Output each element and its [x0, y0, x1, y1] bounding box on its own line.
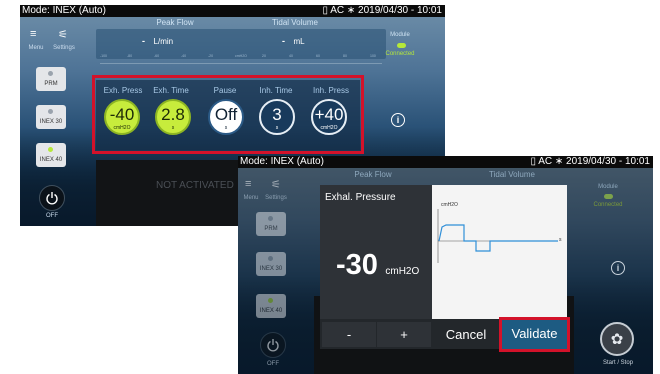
power-icon: [267, 339, 279, 352]
tidal-volume-value: - mL: [282, 36, 305, 46]
status-bar: Mode: INEX (Auto) ▯ AC ∗ 2019/04/30 - 10…: [238, 156, 653, 168]
settings-highlight: [92, 75, 364, 154]
status-datetime: AC ∗ 2019/04/30 - 10:01: [330, 5, 442, 16]
tidal-volume-label: Tidal Volume: [272, 18, 318, 27]
menu-label: Menu: [28, 45, 44, 51]
battery-icon: ▯: [530, 156, 536, 167]
mode-label: Mode: INEX (Auto): [240, 156, 324, 167]
scale-tick-label: -80: [127, 54, 133, 58]
status-bar: Mode: INEX (Auto) ▯ AC ∗ 2019/04/30 - 10…: [20, 5, 445, 17]
settings-label: Settings: [53, 45, 75, 51]
menu-icon: ≡: [245, 178, 252, 190]
increment-button[interactable]: +: [377, 322, 431, 347]
dialog-value: -30 cmH2O: [336, 249, 420, 281]
status-right: ▯ AC ∗ 2019/04/30 - 10:01: [322, 5, 442, 17]
cancel-button[interactable]: Cancel: [434, 322, 498, 347]
prm-indicator-icon: [48, 71, 53, 76]
peak-flow-value: - L/min: [142, 36, 174, 46]
start-stop-button[interactable]: ✿: [600, 322, 634, 356]
pressure-waveform-chart: cmH2O s: [432, 185, 567, 319]
waveform-line: [438, 224, 558, 252]
status-datetime: AC ∗ 2019/04/30 - 10:01: [538, 156, 650, 167]
screen-dialog: Mode: INEX (Auto) ▯ AC ∗ 2019/04/30 - 10…: [238, 156, 653, 374]
power-icon: [46, 192, 58, 205]
validate-highlight: [499, 317, 570, 352]
settings-button[interactable]: ⚟ Settings: [262, 176, 290, 204]
inex40-button[interactable]: INEX 40: [36, 143, 66, 167]
module-toggle-icon: [397, 43, 406, 48]
waveform-plot: [437, 209, 558, 263]
scale-tick-label: -40: [181, 54, 187, 58]
off-label: OFF: [46, 213, 58, 219]
inex40-button[interactable]: INEX 40: [256, 294, 286, 318]
start-stop-label: Start / Stop: [602, 360, 633, 366]
fan-icon: ✿: [610, 331, 624, 348]
inex40-indicator-icon: [48, 147, 53, 152]
inex30-button[interactable]: INEX 30: [36, 105, 66, 129]
scale-tick-label: 20: [262, 54, 266, 58]
info-icon[interactable]: i: [611, 261, 625, 275]
menu-label: Menu: [243, 195, 259, 201]
scale-tick-label: 60: [316, 54, 320, 58]
off-label: OFF: [267, 361, 279, 367]
battery-icon: ▯: [322, 5, 328, 16]
module-status: Connected: [385, 51, 415, 57]
scale-tick-label: 40: [289, 54, 293, 58]
dialog-value-panel: Exhal. Pressure -30 cmH2O: [320, 185, 432, 319]
prm-indicator-icon: [268, 216, 273, 221]
inex30-indicator-icon: [268, 256, 273, 261]
menu-button[interactable]: ≡ Menu: [24, 23, 48, 51]
peak-flow-label: Peak Flow: [156, 18, 194, 27]
prm-button[interactable]: PRM: [36, 67, 66, 91]
module-toggle-icon: [604, 194, 613, 199]
pressure-scale: -100 -80 -60 -40 -20 cmH2O 20 40 60 80 100: [100, 54, 380, 61]
inex30-button[interactable]: INEX 30: [256, 252, 286, 276]
menu-button[interactable]: ≡ Menu: [240, 176, 262, 204]
power-button[interactable]: [39, 185, 65, 211]
power-button[interactable]: [260, 332, 286, 358]
settings-button[interactable]: ⚟ Settings: [50, 23, 78, 51]
settings-label: Settings: [265, 195, 287, 201]
module-label: Module: [598, 184, 618, 190]
scale-tick-label: -60: [154, 54, 160, 58]
not-activated-text: NOT ACTIVATED: [156, 180, 234, 191]
scale-tick-label: -20: [208, 54, 214, 58]
info-icon[interactable]: i: [391, 113, 405, 127]
scale-tick-label: -100: [100, 54, 108, 58]
chart-axis-end-label: s: [559, 237, 562, 243]
inex40-indicator-icon: [268, 298, 273, 303]
peak-flow-label: Peak Flow: [354, 170, 392, 179]
decrement-button[interactable]: -: [322, 322, 376, 347]
dialog-title: Exhal. Pressure: [325, 192, 396, 203]
prm-button[interactable]: PRM: [256, 212, 286, 236]
tidal-volume-label: Tidal Volume: [489, 170, 535, 179]
sliders-icon: ⚟: [58, 29, 68, 41]
scale-tick-label: 80: [343, 54, 347, 58]
inex30-indicator-icon: [48, 109, 53, 114]
mode-label: Mode: INEX (Auto): [22, 5, 106, 16]
sliders-icon: ⚟: [271, 179, 281, 191]
module-status: Connected: [593, 202, 623, 208]
pressure-scale-line: [100, 63, 382, 64]
status-right: ▯ AC ∗ 2019/04/30 - 10:01: [530, 156, 650, 168]
menu-icon: ≡: [30, 28, 37, 40]
scale-tick-label: cmH2O: [235, 54, 247, 58]
module-label: Module: [390, 32, 410, 38]
